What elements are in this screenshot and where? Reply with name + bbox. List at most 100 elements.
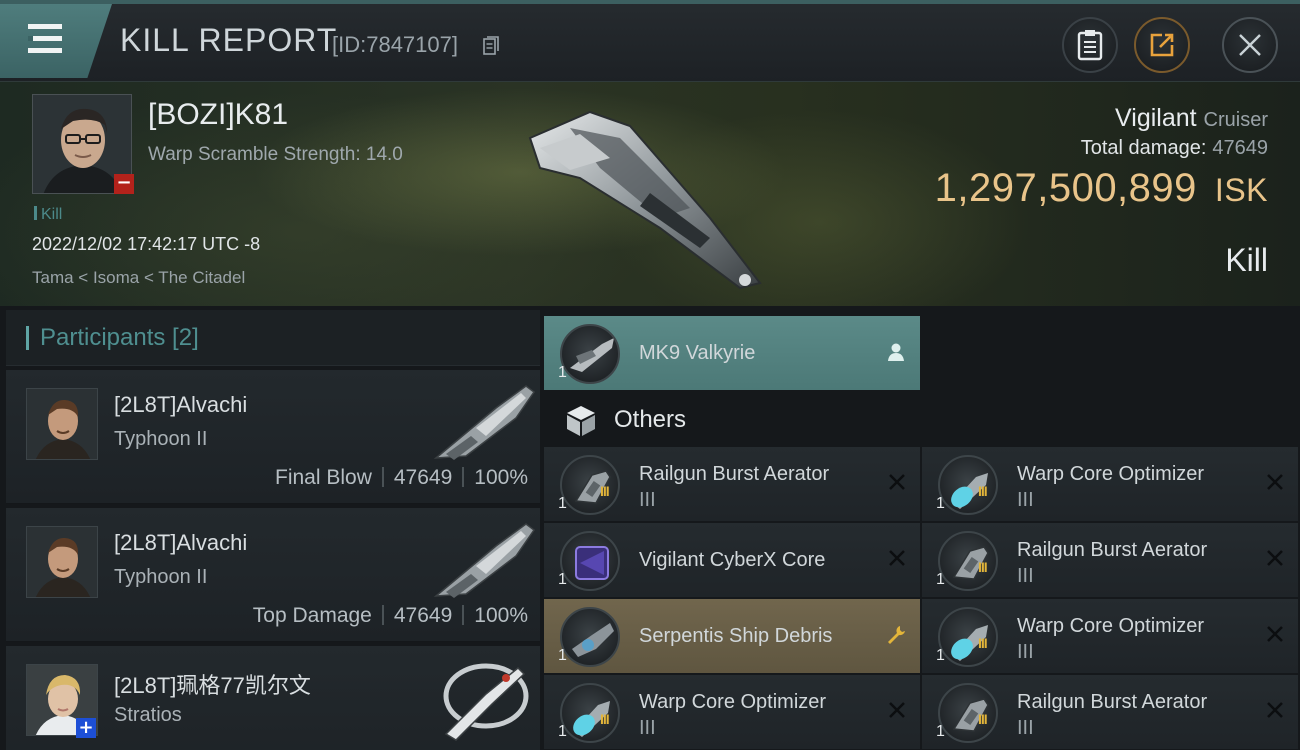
drone-item[interactable]: 1 MK9 Valkyrie — [544, 316, 920, 390]
participant-ship: Typhoon II — [114, 428, 208, 450]
item-name: Railgun Burst Aerator III — [1017, 537, 1257, 589]
participant-ship: Typhoon II — [114, 566, 208, 588]
others-title: Others — [614, 406, 687, 433]
meta-level-badge: III — [600, 711, 610, 727]
total-damage-line: Total damage: 47649 — [935, 137, 1268, 160]
participant-name[interactable]: [2L8T]Alvachi — [114, 392, 247, 418]
module-item[interactable]: 1 III Railgun Burst Aerator III — [922, 523, 1298, 597]
page-title: KILL REPORT — [120, 22, 338, 58]
item-quantity: 1 — [936, 495, 945, 512]
module-image — [952, 698, 989, 732]
module-image — [573, 701, 610, 737]
participant-card[interactable]: [2L8T]Alvachi Typhoon II Final Blow 47649… — [6, 370, 540, 504]
participant-name[interactable]: [2L8T]Alvachi — [114, 530, 247, 556]
result-label: Kill — [1225, 242, 1268, 278]
meta-level-badge: III — [978, 559, 988, 575]
participant-name[interactable]: [2L8T]珮格77凯尔文 — [114, 668, 311, 700]
participant-ship: Stratios — [114, 704, 182, 726]
share-button[interactable] — [1134, 17, 1190, 73]
meta-level-badge: III — [978, 711, 988, 727]
meta-level-badge: III — [978, 483, 988, 499]
stats-divider — [381, 605, 384, 625]
participant-percent: 100% — [474, 466, 528, 489]
participant-card[interactable]: [2L8T]Alvachi Typhoon II Top Damage 47649… — [6, 508, 540, 642]
item-name: Serpentis Ship Debris — [639, 625, 833, 647]
hostile-badge: − — [114, 174, 134, 194]
participants-accent — [26, 326, 29, 350]
item-name-text: Warp Core Optimizer — [639, 691, 827, 713]
module-image — [951, 473, 988, 509]
stats-divider — [381, 467, 384, 487]
others-section-header: Others — [544, 394, 920, 448]
item-tier: III — [639, 717, 656, 739]
item-name-text: Railgun Burst Aerator — [1017, 539, 1208, 561]
meta-level-badge: III — [600, 483, 610, 499]
module-item[interactable]: 1 III Railgun Burst Aerator III — [922, 675, 1298, 749]
module-image — [575, 546, 609, 580]
kill-datetime: 2022/12/02 17:42:17 UTC -8 — [32, 234, 261, 254]
destroyed-x-icon — [889, 702, 905, 718]
header-bar: KILL REPORT [ID:7847107] — [0, 0, 1300, 82]
module-item[interactable]: 1 Vigilant CyberX Core — [544, 523, 920, 597]
copy-icon[interactable] — [483, 36, 499, 56]
victim-ship-info: Vigilant Cruiser Total damage: 47649 1,29… — [935, 104, 1268, 211]
item-name-text: Warp Core Optimizer — [1017, 463, 1205, 485]
clipboard-icon — [1077, 30, 1103, 61]
participant-stats: Top Damage 47649 100% — [253, 604, 528, 628]
header-accent-line — [0, 0, 1300, 4]
item-tier: III — [1017, 565, 1034, 587]
item-tier: III — [639, 489, 656, 511]
victim-name[interactable]: [BOZI]K81 — [148, 98, 288, 132]
participant-avatar[interactable] — [26, 526, 98, 598]
module-item[interactable]: 1 III Warp Core Optimizer III — [544, 675, 920, 749]
close-button[interactable] — [1222, 17, 1278, 73]
module-item[interactable]: 1 III Warp Core Optimizer III — [922, 447, 1298, 521]
item-quantity: 1 — [558, 571, 567, 588]
item-quantity: 1 — [936, 571, 945, 588]
railgun-aerator-icon — [938, 683, 998, 743]
victim-ship-name: Vigilant — [1115, 104, 1197, 132]
share-icon — [1150, 33, 1174, 57]
participant-stats: Final Blow 47649 100% — [275, 466, 528, 490]
destroyed-x-icon — [1267, 474, 1283, 490]
destroyed-x-icon — [1267, 702, 1283, 718]
destroyed-x-icon — [1267, 626, 1283, 642]
participant-portrait-image — [27, 389, 97, 459]
menu-button[interactable] — [0, 4, 112, 78]
item-name: Vigilant CyberX Core — [639, 549, 826, 571]
victim-summary: − [BOZI]K81 Warp Scramble Strength: 14.0… — [0, 82, 1300, 306]
item-name: Railgun Burst Aerator III — [1017, 689, 1257, 741]
menu-icon-bar — [28, 48, 62, 53]
item-name-text: Railgun Burst Aerator — [1017, 691, 1208, 713]
close-icon — [1239, 34, 1261, 56]
kill-tag-label: Kill — [41, 206, 63, 223]
participants-panel: Participants [2] [2L8T]Alvachi Typhoon I… — [6, 310, 540, 750]
destroyed-x-icon — [889, 550, 905, 566]
isk-unit: ISK — [1214, 172, 1268, 208]
destroyed-x-icon — [1267, 550, 1283, 566]
item-quantity: 1 — [558, 495, 567, 512]
participants-header: Participants [2] — [6, 310, 540, 366]
drone-icon — [560, 324, 620, 384]
victim-ship-line[interactable]: Vigilant Cruiser — [935, 104, 1268, 133]
debris-item[interactable]: 1 Serpentis Ship Debris — [544, 599, 920, 673]
item-name: Warp Core Optimizer III — [1017, 461, 1257, 513]
total-damage-label: Total damage: — [1080, 137, 1207, 159]
meta-level-badge: III — [978, 635, 988, 651]
item-tier: III — [1017, 489, 1034, 511]
participant-card[interactable]: + [2L8T]珮格77凯尔文 Stratios — [6, 646, 540, 750]
warp-core-optimizer-icon — [938, 455, 998, 515]
isk-value-line: 1,297,500,899 ISK — [935, 166, 1268, 211]
kill-location[interactable]: Tama < Isoma < The Citadel — [32, 268, 245, 288]
participant-damage: 47649 — [393, 466, 453, 489]
module-item[interactable]: 1 III Warp Core Optimizer III — [922, 599, 1298, 673]
cyberx-core-icon — [560, 531, 620, 591]
report-details-button[interactable] — [1062, 17, 1118, 73]
item-quantity: 1 — [936, 723, 945, 740]
module-item[interactable]: 1 III Railgun Burst Aerator III — [544, 447, 920, 521]
module-image — [951, 625, 988, 661]
warp-scramble-strength: Warp Scramble Strength: 14.0 — [148, 144, 403, 165]
participant-avatar[interactable] — [26, 388, 98, 460]
total-damage-value: 47649 — [1212, 137, 1268, 159]
isk-value: 1,297,500,899 — [934, 166, 1197, 210]
